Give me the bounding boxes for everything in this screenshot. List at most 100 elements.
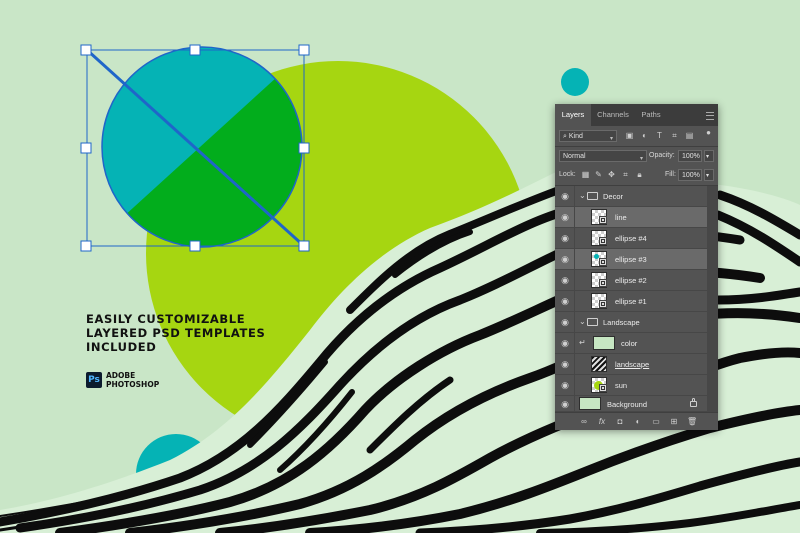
eye-icon[interactable]: ◉ (560, 296, 570, 306)
divider (574, 396, 575, 412)
folder-icon (587, 318, 598, 326)
eye-icon[interactable]: ◉ (560, 233, 570, 243)
divider (555, 146, 718, 147)
lock-artboard-icon[interactable]: ⌗ (621, 170, 630, 179)
link-icon[interactable]: ∞ (579, 417, 589, 426)
filter-kind-label: Kind (568, 133, 583, 140)
fill-dropdown[interactable]: ▾ (704, 169, 714, 181)
eye-icon[interactable]: ◉ (560, 191, 570, 201)
chevron-down-icon: ▾ (639, 156, 643, 162)
folder-icon (587, 192, 598, 200)
smart-object-icon (599, 279, 607, 287)
image-filter-icon[interactable]: ▣ (625, 131, 634, 140)
layer-ellipse-2[interactable]: ◉ ellipse #2 (555, 270, 707, 291)
filter-row: ⌕ Kind ▾ ▣ ◐ T ⌗ ▤ ● (555, 128, 718, 146)
opacity-input[interactable]: 100% (678, 150, 702, 162)
layer-ellipse-1[interactable]: ◉ ellipse #1 (555, 291, 707, 312)
fx-icon[interactable]: fx (597, 417, 607, 426)
filter-kind-select[interactable]: ⌕ Kind ▾ (559, 130, 617, 142)
new-layer-icon[interactable]: ⊞ (669, 417, 679, 426)
layer-background[interactable]: ◉ Background (555, 396, 707, 412)
layer-name: color (621, 339, 638, 348)
folder-icon[interactable]: ▭ (651, 417, 661, 426)
divider (574, 207, 575, 228)
layer-landscape[interactable]: ◉ landscape (555, 354, 707, 375)
eye-icon[interactable]: ◉ (560, 380, 570, 390)
layer-name: ellipse #3 (615, 255, 647, 264)
layer-ellipse-4[interactable]: ◉ ellipse #4 (555, 228, 707, 249)
clipping-arrow-icon: ↵ (579, 338, 586, 347)
blend-mode-select[interactable]: Normal ▾ (559, 150, 647, 162)
layer-name: landscape (615, 360, 650, 369)
chevron-down-icon: ▾ (609, 136, 613, 142)
layer-thumbnail (591, 356, 607, 372)
lock-position-icon[interactable]: ✥ (607, 170, 616, 179)
layer-color[interactable]: ◉ ↵ color (555, 333, 707, 354)
divider (574, 312, 575, 333)
layer-line[interactable]: ◉ line (555, 207, 707, 228)
blend-row: Normal ▾ Opacity: 100% ▾ (555, 148, 718, 166)
trash-icon[interactable]: 🗑︎ (687, 417, 697, 426)
fill-thumbnail (593, 336, 615, 350)
divider (574, 333, 575, 354)
layer-name: ellipse #1 (615, 297, 647, 306)
divider (574, 270, 575, 291)
panel-tab-bar: Layers Channels Paths (555, 104, 718, 126)
chevron-down-icon: ▾ (706, 173, 710, 179)
eye-icon[interactable]: ◉ (560, 254, 570, 264)
layer-name: Landscape (603, 318, 640, 327)
chevron-down-icon[interactable]: ⌄ (579, 316, 586, 328)
photoshop-logo-icon: Ps (86, 372, 102, 388)
layer-sun[interactable]: ◉ sun (555, 375, 707, 396)
divider (574, 186, 575, 207)
layer-name: Decor (603, 192, 624, 201)
chevron-down-icon[interactable]: ⌄ (579, 190, 586, 202)
eye-icon[interactable]: ◉ (560, 317, 570, 327)
lock-transparent-icon[interactable]: ▦ (581, 170, 590, 179)
smart-object-icon (599, 216, 607, 224)
smart-object-icon (599, 300, 607, 308)
layer-ellipse-3[interactable]: ◉ ellipse #3 (555, 249, 707, 270)
tab-layers[interactable]: Layers (555, 104, 591, 126)
layer-group-decor[interactable]: ◉ ⌄ Decor (555, 186, 707, 207)
eye-icon[interactable]: ◉ (560, 359, 570, 369)
layer-name: Background (607, 400, 648, 409)
adjustment-filter-icon[interactable]: ◐ (640, 131, 649, 140)
type-filter-icon[interactable]: T (655, 131, 664, 140)
mask-icon[interactable]: ◘ (615, 417, 625, 426)
shape-filter-icon[interactable]: ⌗ (670, 131, 679, 140)
chevron-down-icon: ▾ (706, 154, 710, 160)
adjustment-icon[interactable]: ◐ (633, 417, 643, 426)
smart-object-filter-icon[interactable]: ▤ (685, 131, 694, 140)
layers-scrollbar[interactable] (707, 186, 718, 412)
filter-toggle-icon[interactable]: ● (704, 128, 713, 137)
promo-line-2: LAYERED PSD TEMPLATES (86, 326, 266, 340)
eye-icon[interactable]: ◉ (560, 212, 570, 222)
divider (574, 228, 575, 249)
eye-icon[interactable]: ◉ (560, 338, 570, 348)
tab-paths[interactable]: Paths (635, 104, 667, 126)
canvas: EASILY CUSTOMIZABLE LAYERED PSD TEMPLATE… (0, 0, 800, 533)
layer-name: sun (615, 381, 628, 390)
divider (574, 249, 575, 270)
layers-list: ◉ ⌄ Decor ◉ line ◉ ellipse #4 ◉ ellipse … (555, 186, 707, 412)
panel-menu-icon[interactable] (706, 112, 714, 120)
blend-mode-value: Normal (563, 153, 586, 160)
tab-channels[interactable]: Channels (591, 104, 635, 126)
layer-group-landscape[interactable]: ◉ ⌄ Landscape (555, 312, 707, 333)
smart-object-icon (599, 384, 607, 392)
eye-icon[interactable]: ◉ (560, 399, 570, 409)
layers-panel: Layers Channels Paths ⌕ Kind ▾ ▣ ◐ T ⌗ ▤ … (555, 104, 718, 430)
app-name-line-2: PHOTOSHOP (106, 380, 160, 389)
divider (574, 291, 575, 312)
eye-icon[interactable]: ◉ (560, 275, 570, 285)
opacity-dropdown[interactable]: ▾ (704, 150, 714, 162)
lock-label: Lock: (559, 171, 576, 178)
background-thumbnail (579, 397, 601, 410)
promo-line-1: EASILY CUSTOMIZABLE (86, 312, 246, 326)
panel-bottom-toolbar: ∞ fx ◘ ◐ ▭ ⊞ 🗑︎ (555, 412, 718, 430)
fill-input[interactable]: 100% (678, 169, 702, 181)
lock-image-icon[interactable]: ✎ (594, 170, 603, 179)
layer-name: line (615, 213, 627, 222)
lock-all-icon[interactable]: 🔒︎ (635, 170, 644, 179)
